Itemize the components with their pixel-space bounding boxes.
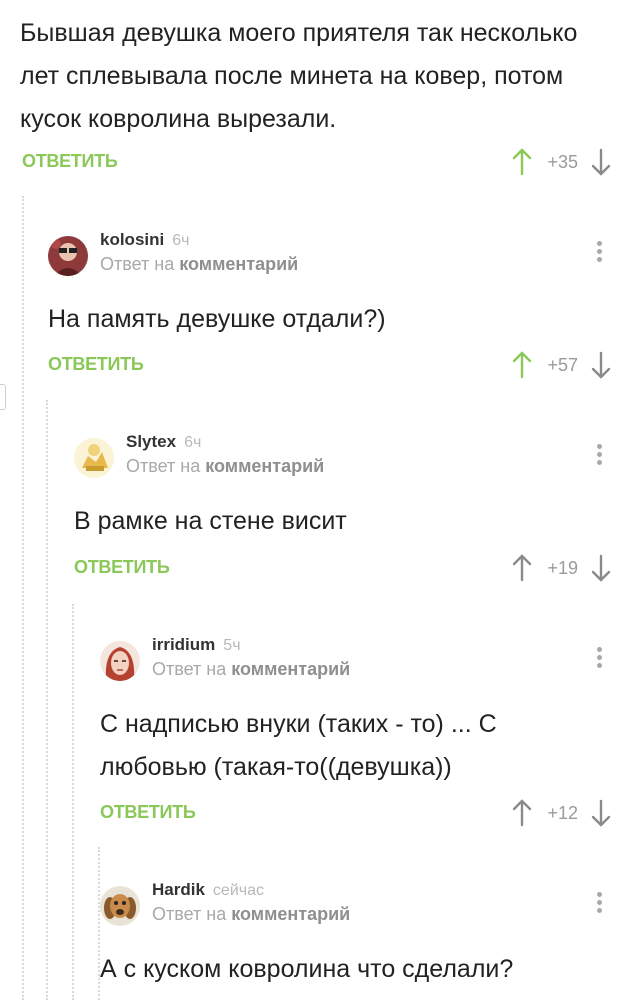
comment-actions: ОТВЕТИТЬ +57 — [48, 350, 612, 380]
arrow-up-icon[interactable] — [511, 799, 533, 827]
reply-to-line: Ответ на комментарий — [152, 659, 351, 679]
reply-to-line: Ответ на комментарий — [126, 456, 325, 476]
avatar-image — [48, 236, 88, 276]
rating-value: +12 — [547, 802, 578, 823]
arrow-up-icon[interactable] — [511, 554, 533, 582]
reply-to-link[interactable]: комментарий — [205, 456, 324, 476]
comment-header: Slytex 6ч Ответ на комментарий — [74, 432, 608, 488]
comment-header: irridium 5ч Ответ на комментарий — [100, 635, 608, 691]
avatar[interactable] — [48, 236, 88, 276]
arrow-up-icon[interactable] — [511, 148, 533, 176]
reply-button[interactable]: ОТВЕТИТЬ — [22, 151, 118, 172]
post-comment-actions: ОТВЕТИТЬ +35 — [22, 147, 612, 177]
thread-line-level-3 — [72, 604, 74, 1000]
avatar[interactable] — [100, 886, 140, 926]
comment-text: В рамке на стене висит — [74, 507, 347, 535]
arrow-down-icon[interactable] — [590, 351, 612, 379]
collapse-handle[interactable] — [0, 384, 6, 410]
reply-to-link[interactable]: комментарий — [231, 659, 350, 679]
rating-value: +57 — [547, 354, 578, 375]
rating-value: +35 — [547, 151, 578, 172]
reply-to-line: Ответ на комментарий — [100, 254, 299, 274]
arrow-down-icon[interactable] — [590, 554, 612, 582]
arrow-up-icon[interactable] — [511, 351, 533, 379]
comment-time: сейчас — [212, 882, 264, 899]
vote-controls: +12 — [511, 798, 612, 828]
comment-time: 5ч — [223, 637, 241, 654]
comment-actions: ОТВЕТИТЬ +19 — [74, 553, 612, 583]
reply-to-line: Ответ на комментарий — [152, 904, 351, 924]
post-comment-text: Бывшая девушка моего приятеля так нескол… — [20, 19, 578, 133]
thread-line-level-1 — [22, 196, 24, 1000]
comment-header: Hardik сейчас Ответ на комментарий — [100, 880, 608, 936]
comment-time: 6ч — [172, 232, 190, 249]
avatar[interactable] — [74, 438, 114, 478]
thread-line-level-2 — [46, 400, 48, 1000]
reply-button[interactable]: ОТВЕТИТЬ — [74, 557, 170, 578]
username[interactable]: Slytex 6ч — [126, 432, 201, 452]
arrow-down-icon[interactable] — [590, 799, 612, 827]
arrow-down-icon[interactable] — [590, 148, 612, 176]
avatar-image — [100, 886, 140, 926]
more-vertical-icon[interactable] — [594, 239, 604, 267]
reply-button[interactable]: ОТВЕТИТЬ — [48, 354, 144, 375]
comment-header: kolosini 6ч Ответ на комментарий — [48, 230, 608, 286]
more-vertical-icon[interactable] — [594, 442, 604, 470]
reply-to-link[interactable]: комментарий — [179, 254, 298, 274]
comment-time: 6ч — [184, 434, 202, 451]
reply-to-link[interactable]: комментарий — [231, 904, 350, 924]
comment-actions: ОТВЕТИТЬ +12 — [100, 798, 612, 828]
avatar[interactable] — [100, 641, 140, 681]
comment-text: А с куском ковролина что сделали? — [100, 955, 514, 983]
avatar-image — [74, 438, 114, 478]
username[interactable]: irridium 5ч — [152, 635, 241, 655]
rating-value: +19 — [547, 557, 578, 578]
more-vertical-icon[interactable] — [594, 645, 604, 673]
reply-button[interactable]: ОТВЕТИТЬ — [100, 802, 196, 823]
vote-controls: +57 — [511, 350, 612, 380]
more-vertical-icon[interactable] — [594, 890, 604, 918]
avatar-image — [100, 641, 140, 681]
username[interactable]: kolosini 6ч — [100, 230, 189, 250]
comment-text: На память девушке отдали?) — [48, 305, 386, 333]
vote-controls: +35 — [511, 147, 612, 177]
vote-controls: +19 — [511, 553, 612, 583]
comment-text: С надписью внуки (таких - то) ... С любо… — [100, 710, 497, 781]
username[interactable]: Hardik сейчас — [152, 880, 264, 900]
